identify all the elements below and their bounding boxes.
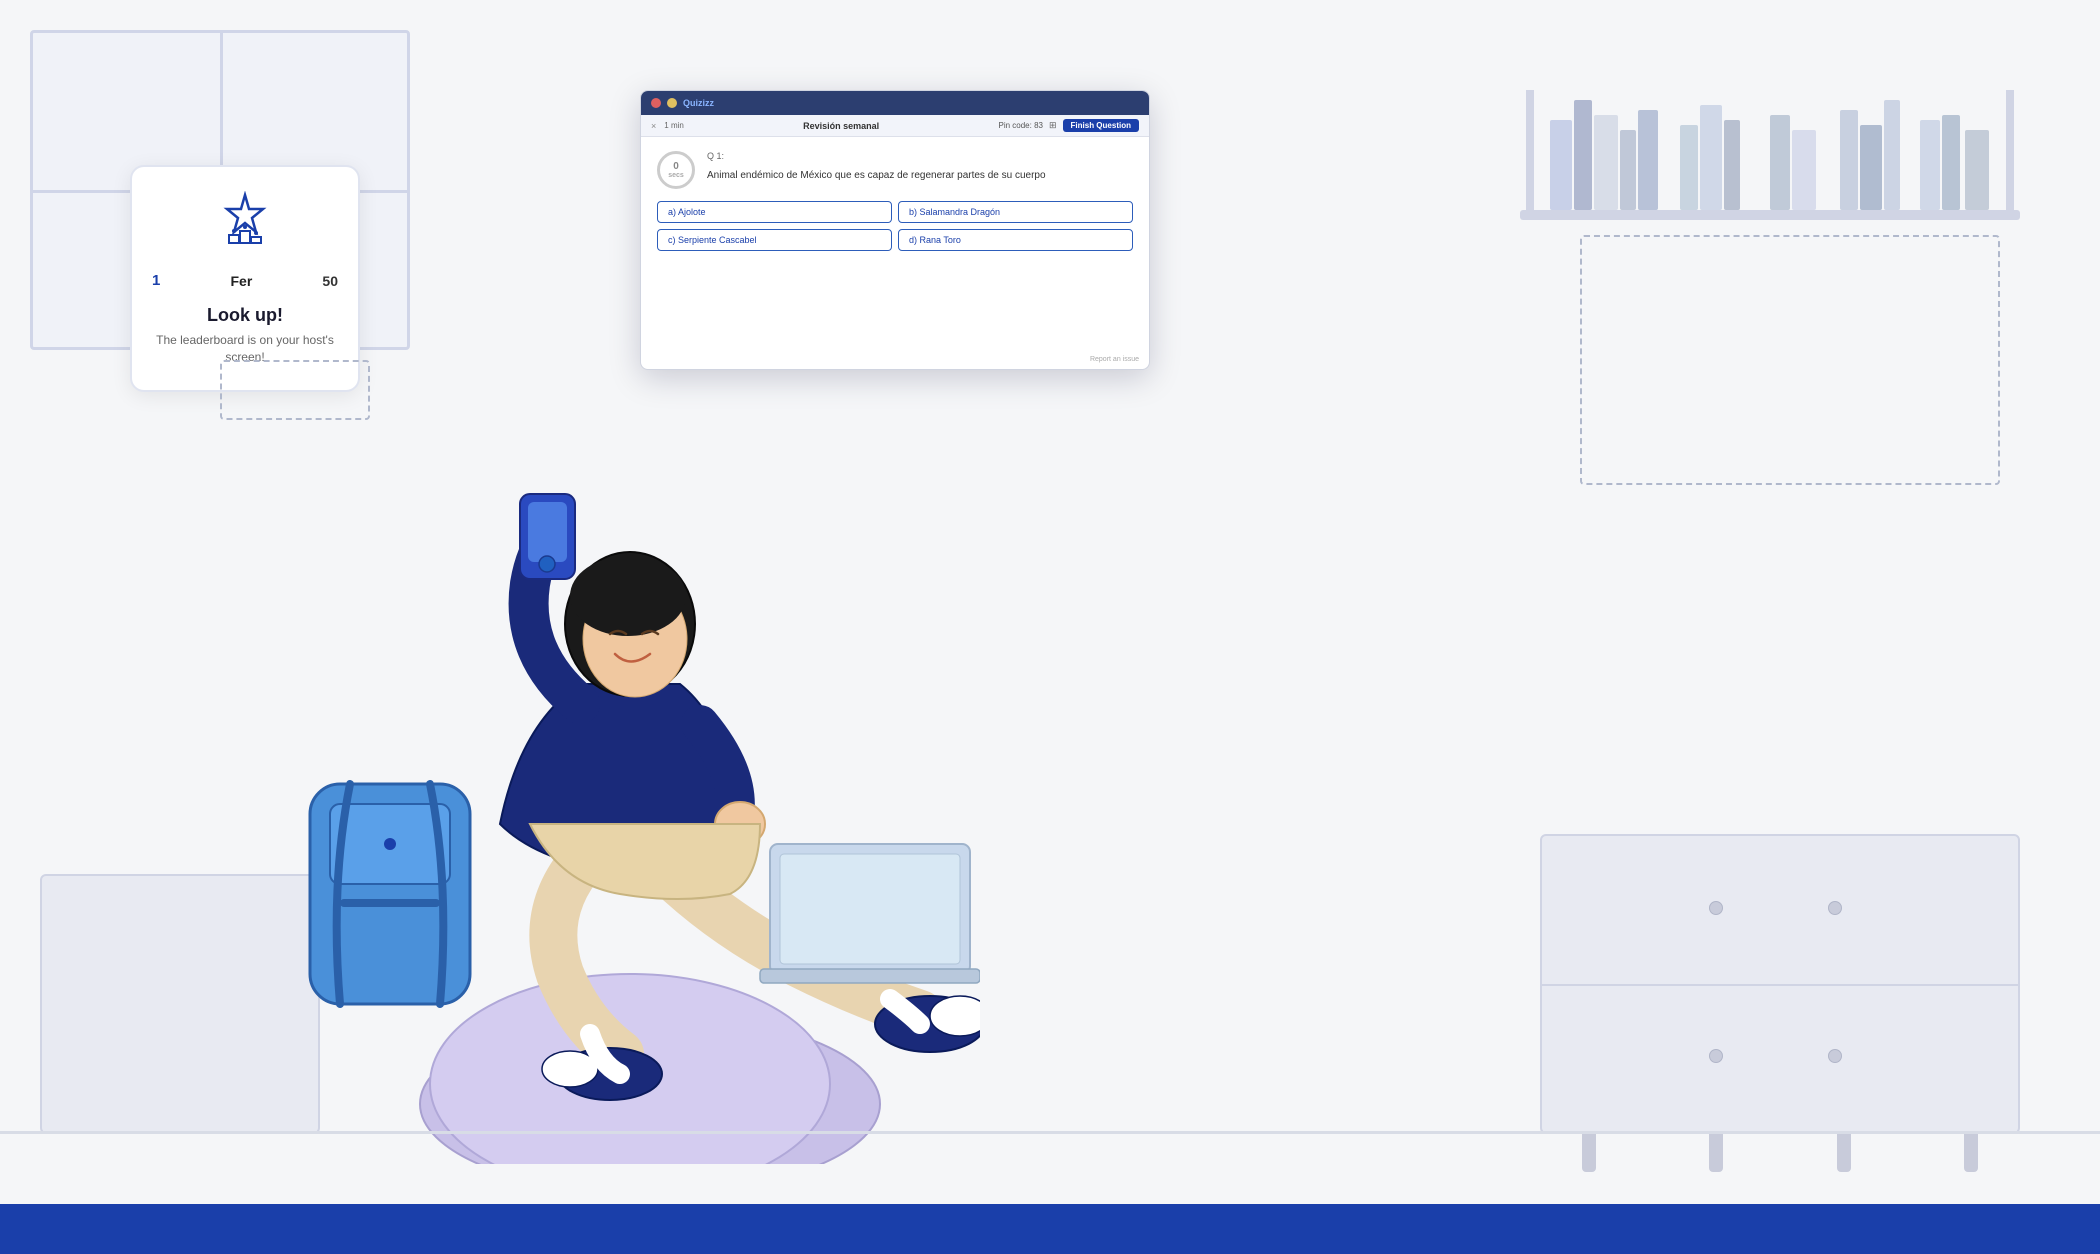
quiz-window: Quizizz × 1 min Revisión semanal Pin cod… xyxy=(640,90,1150,370)
player-name: Fer xyxy=(230,273,252,289)
quiz-footer: Report an issue xyxy=(1090,356,1139,363)
option-b[interactable]: b) Salamandra Dragón xyxy=(898,201,1133,223)
timer-sublabel: secs xyxy=(668,172,684,179)
toolbar-title: Revisión semanal xyxy=(803,121,879,131)
option-a[interactable]: a) Ajolote xyxy=(657,201,892,223)
close-button[interactable] xyxy=(651,98,661,108)
rank-number: 1 xyxy=(152,272,160,289)
finish-question-button[interactable]: Finish Question xyxy=(1063,119,1139,132)
quiz-titlebar: Quizizz xyxy=(641,91,1149,115)
dashed-placeholder-right xyxy=(1580,235,2000,485)
dresser-right xyxy=(1540,834,2020,1134)
quiz-body: 0 secs Q 1: Animal endémico de México qu… xyxy=(641,137,1149,265)
dresser-leg-1 xyxy=(1582,1132,1596,1172)
bottom-bar xyxy=(0,1204,2100,1254)
timer-circle: 0 secs xyxy=(657,151,695,189)
toolbar-timer-label: 1 min xyxy=(664,121,684,130)
trophy-star-icon xyxy=(152,191,338,256)
pin-code: Pin code: 83 xyxy=(999,121,1043,130)
toolbar-left: × 1 min xyxy=(651,121,684,131)
question-number: Q 1: xyxy=(707,151,1046,161)
quiz-brand: Quizizz xyxy=(683,98,714,108)
dresser-knob-1 xyxy=(1709,901,1723,915)
timer-area: 0 secs Q 1: Animal endémico de México qu… xyxy=(657,151,1133,189)
dresser-knob-3 xyxy=(1709,1049,1723,1063)
floor-line xyxy=(0,1131,2100,1134)
dresser-leg-3 xyxy=(1837,1132,1851,1172)
toolbar-close-x[interactable]: × xyxy=(651,121,656,131)
shelf-decoration xyxy=(1520,60,2020,240)
leaderboard-rank-row: 1 Fer 50 xyxy=(152,268,338,293)
quiz-options: a) Ajolote b) Salamandra Dragón c) Serpi… xyxy=(657,201,1133,251)
question-text: Animal endémico de México que es capaz d… xyxy=(707,164,1046,183)
minimize-button[interactable] xyxy=(667,98,677,108)
option-d[interactable]: d) Rana Toro xyxy=(898,229,1133,251)
player-score: 50 xyxy=(322,273,338,289)
option-c[interactable]: c) Serpiente Cascabel xyxy=(657,229,892,251)
dresser-knob-4 xyxy=(1828,1049,1842,1063)
dresser-left xyxy=(40,874,320,1134)
toolbar-right: Pin code: 83 ⊞ Finish Question xyxy=(999,119,1139,132)
dresser-leg-2 xyxy=(1709,1132,1723,1172)
leaderboard-card: 1 Fer 50 Look up! The leaderboard is on … xyxy=(130,165,360,392)
question-content: Q 1: Animal endémico de México que es ca… xyxy=(707,151,1046,183)
grid-icon: ⊞ xyxy=(1049,120,1057,131)
quiz-toolbar: × 1 min Revisión semanal Pin code: 83 ⊞ … xyxy=(641,115,1149,137)
dresser-leg-4 xyxy=(1964,1132,1978,1172)
leaderboard-title: Look up! xyxy=(152,305,338,326)
timer-value: 0 xyxy=(673,161,679,172)
dresser-legs xyxy=(1582,1132,1978,1172)
dresser-knob-2 xyxy=(1828,901,1842,915)
titlebar-left: Quizizz xyxy=(651,98,714,108)
person-illustration xyxy=(280,404,980,1164)
